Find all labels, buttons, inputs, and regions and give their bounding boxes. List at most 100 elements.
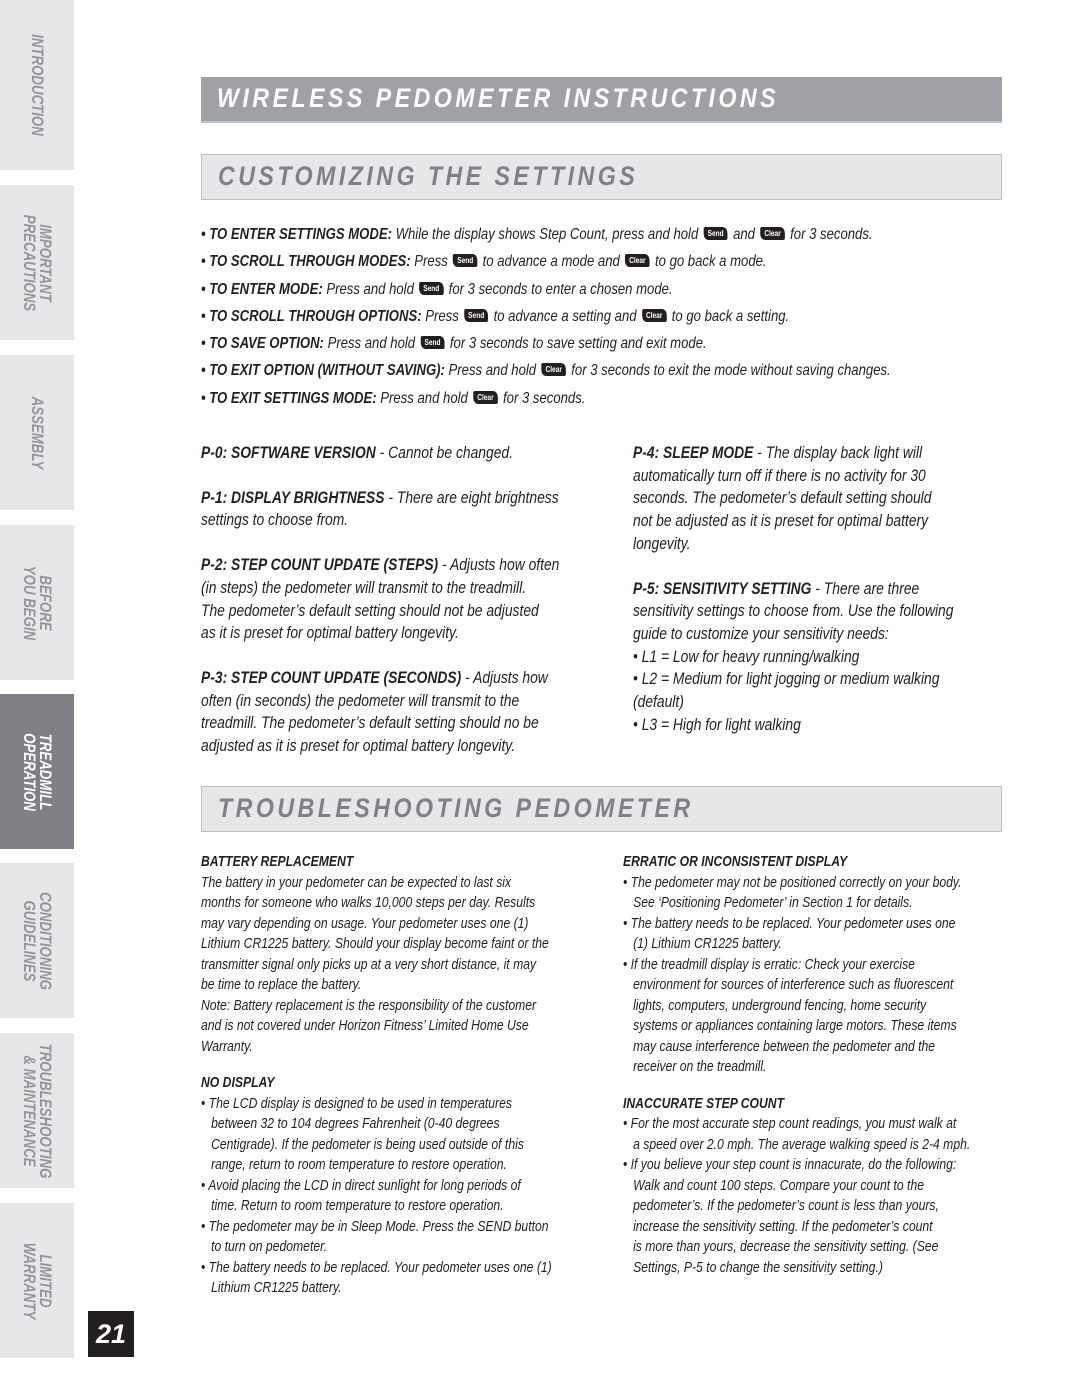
instruction-text: • TO ENTER MODE: Press and hold Send for… (201, 278, 673, 302)
setting-text: (in steps) the pedometer will transmit t… (201, 578, 527, 597)
instruction-item: • TO SCROLL THROUGH MODES: Press Send to… (201, 250, 1031, 277)
setting-text: adjusted as it is preset for optimal bat… (201, 737, 516, 756)
section-tab[interactable]: INTRODUCTION (0, 0, 74, 170)
section-tab[interactable]: BEFORE YOU BEGIN (0, 525, 74, 680)
clear-button-icon: Clear (625, 254, 650, 268)
setting-text: not be adjusted as it is preset for opti… (633, 512, 929, 531)
setting-title: P-0: SOFTWARE VERSION (201, 444, 376, 462)
instruction-detail: to advance a setting and (489, 307, 641, 325)
clear-button-icon: Clear (641, 308, 667, 322)
send-button-icon: Send (703, 227, 728, 240)
section-tab[interactable]: CONDITIONING GUIDELINES (0, 863, 74, 1018)
text-line: months for someone who walks 10,000 step… (201, 895, 536, 911)
setting-text: - There are three (811, 579, 920, 598)
instruction-text: • TO EXIT SETTINGS MODE: Press and hold … (201, 387, 585, 411)
text-line: range, return to room temperature to res… (211, 1157, 507, 1173)
instruction-item: • TO SCROLL THROUGH OPTIONS: Press Send … (201, 305, 1031, 332)
section-tab-label: LIMITED WARRANTY (20, 1231, 55, 1329)
setting-text: - Cannot be changed. (375, 444, 513, 462)
text-line: • The pedometer may not be positioned co… (623, 874, 962, 891)
tab-label-line: WARRANTY (20, 1242, 39, 1319)
tab-label-line: & MAINTENANCE (20, 1054, 39, 1167)
tab-label-line: CONDITIONING (36, 891, 55, 990)
clear-button-icon: Clear (473, 390, 498, 404)
settings-column-right: P-4: SLEEP MODE - The display back light… (633, 442, 1013, 758)
text-line: P-4: SLEEP MODE - The display back light… (633, 442, 952, 465)
setting-text: as it is preset for optimal battery long… (201, 624, 459, 643)
text-line: • The pedometer may be in Sleep Mode. Pr… (201, 1218, 549, 1235)
section-tab[interactable]: TROUBLESHOOTING & MAINTENANCE (0, 1033, 74, 1188)
text-line: P-3: STEP COUNT UPDATE (SECONDS) - Adjus… (201, 667, 548, 690)
send-button-icon: Send (464, 308, 489, 322)
setting-title: P-2: STEP COUNT UPDATE (STEPS) (201, 556, 439, 575)
page-title-banner: WIRELESS PEDOMETER INSTRUCTIONS (201, 77, 1002, 123)
send-button-icon: Send (453, 254, 478, 268)
instruction-item: • TO EXIT SETTINGS MODE: Press and hold … (201, 387, 1031, 414)
text-line: Settings, P-5 to change the sensitivity … (633, 1259, 883, 1276)
clear-button-icon: Clear (541, 363, 566, 377)
troubleshooting-column-right: ERRATIC OR INCONSISTENT DISPLAY • The ped… (623, 852, 1013, 1278)
setting-text: settings to choose from. (201, 511, 349, 530)
section-tab[interactable]: LIMITED WARRANTY (0, 1203, 74, 1358)
instruction-detail: for 3 seconds to enter a chosen mode. (445, 280, 673, 298)
text-line: lights, computers, underground fencing, … (633, 997, 927, 1014)
setting-title: P-3: STEP COUNT UPDATE (SECONDS) (201, 668, 462, 687)
instruction-item: • TO ENTER SETTINGS MODE: While the disp… (201, 223, 1031, 250)
troubleshooting-heading: ERRATIC OR INCONSISTENT DISPLAY (623, 854, 848, 870)
section-tab-label: TREADMILL OPERATION (20, 722, 55, 822)
instruction-detail: While the display shows Step Count, pres… (391, 226, 702, 243)
section-tab[interactable]: ASSEMBLY (0, 355, 74, 510)
text-line: often (in seconds) the pedometer will tr… (201, 690, 537, 713)
text-line: to turn on pedometer. (211, 1239, 328, 1255)
text-line: between 32 to 104 degrees Fahrenheit (0-… (211, 1116, 500, 1132)
text-line: a speed over 2.0 mph. The average walkin… (633, 1136, 971, 1153)
text-line: longevity. (633, 533, 952, 556)
setting-text: • L1 = Low for heavy running/walking (633, 647, 860, 666)
instruction-item: • TO ENTER MODE: Press and hold Send for… (201, 278, 1031, 305)
page-title: WIRELESS PEDOMETER INSTRUCTIONS (217, 83, 780, 113)
section-title: CUSTOMIZING THE SETTINGS (218, 161, 639, 191)
text-line: • L1 = Low for heavy running/walking (633, 646, 952, 669)
instruction-item: • TO SAVE OPTION: Press and hold Send fo… (201, 332, 1031, 359)
tab-label-line: OPERATION (20, 732, 39, 811)
text-line: • The battery needs to be replaced. Your… (623, 915, 956, 932)
settings-instructions: • TO ENTER SETTINGS MODE: While the disp… (201, 223, 1031, 414)
text-line: transmitter signal only picks up at a ve… (201, 956, 537, 973)
section-tab[interactable]: IMPORTANT PRECAUTIONS (0, 185, 74, 340)
section-header-settings: CUSTOMIZING THE SETTINGS (201, 154, 1002, 200)
instruction-detail: to go back a setting. (668, 307, 790, 325)
clear-button-icon: Clear (760, 227, 785, 240)
tab-label-line: PRECAUTIONS (20, 214, 39, 311)
section-tab[interactable]: TREADMILL OPERATION (0, 694, 74, 849)
settings-column-left: P-0: SOFTWARE VERSION - Cannot be change… (201, 442, 601, 780)
send-button-icon: Send (420, 336, 445, 350)
setting-text: - Adjusts how often (438, 556, 560, 575)
instruction-label: • TO SCROLL THROUGH OPTIONS: (201, 307, 422, 325)
section-tab-label: CONDITIONING GUIDELINES (20, 878, 55, 1004)
tab-label-line: IMPORTANT (36, 223, 55, 302)
text-line: guide to customize your sensitivity need… (633, 623, 952, 646)
page-number: 21 (88, 1311, 134, 1357)
tab-label-line: GUIDELINES (20, 899, 39, 982)
setting-title: P-1: DISPLAY BRIGHTNESS (201, 488, 385, 507)
text-line: Centigrade). If the pedometer is being u… (211, 1136, 524, 1153)
text-line: (1) Lithium CR1225 battery. (633, 936, 782, 952)
text-line: • For the most accurate step count readi… (623, 1116, 957, 1132)
text-line: may cause interference between the pedom… (633, 1038, 936, 1055)
text-line: automatically turn off if there is no ac… (633, 465, 952, 488)
text-line: (in steps) the pedometer will transmit t… (201, 577, 537, 600)
setting-text: sensitivity settings to choose from. Use… (633, 602, 954, 621)
setting-text: often (in seconds) the pedometer will tr… (201, 691, 520, 710)
text-line: increase the sensitivity setting. If the… (633, 1218, 933, 1235)
troubleshooting-block: INACCURATE STEP COUNT • For the most accu… (623, 1094, 1013, 1279)
setting-description: P-5: SENSITIVITY SETTING - There are thr… (633, 578, 1013, 737)
instruction-detail: Press and hold (322, 280, 418, 298)
text-line: • Avoid placing the LCD in direct sunlig… (201, 1177, 521, 1194)
text-line: • The LCD display is designed to be used… (201, 1095, 512, 1112)
instruction-text: • TO SCROLL THROUGH MODES: Press Send to… (201, 250, 767, 274)
text-line: See ‘Positioning Pedometer’ in Section 1… (633, 895, 913, 911)
text-line: • If the treadmill display is erratic: C… (623, 956, 915, 973)
setting-title: P-4: SLEEP MODE (633, 444, 754, 462)
instruction-text: • TO EXIT OPTION (WITHOUT SAVING): Press… (201, 359, 891, 383)
text-line: • The battery needs to be replaced. Your… (201, 1259, 552, 1276)
